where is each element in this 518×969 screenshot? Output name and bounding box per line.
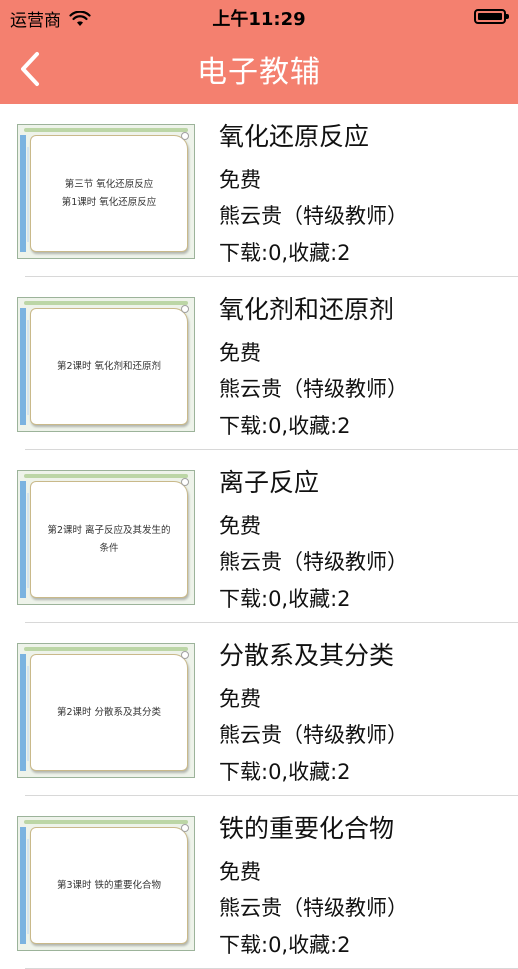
item-price: 免费 <box>219 341 261 365</box>
item-title: 铁的重要化合物 <box>219 814 395 843</box>
item-title: 氧化剂和还原剂 <box>219 295 395 324</box>
status-bar: 运营商 上午11:29 <box>0 0 518 34</box>
item-thumbnail: 第2课时 氧化剂和还原剂 <box>17 297 195 432</box>
item-author: 熊云贵（特级教师） <box>219 377 408 401</box>
thumb-line: 第3课时 铁的重要化合物 <box>56 879 162 891</box>
item-stats: 下载:0,收藏:2 <box>219 933 351 957</box>
item-price: 免费 <box>219 514 261 538</box>
thumb-line: 第1课时 氧化还原反应 <box>61 196 157 208</box>
list-item[interactable]: 第3课时 铁的重要化合物 铁的重要化合物 免费 熊云贵（特级教师） 下载:0,收… <box>0 796 518 969</box>
item-author: 熊云贵（特级教师） <box>219 204 408 228</box>
item-stats: 下载:0,收藏:2 <box>219 587 351 611</box>
battery-icon <box>474 9 509 24</box>
item-thumbnail: 第三节 氧化还原反应 第1课时 氧化还原反应 <box>17 124 195 259</box>
item-title: 分散系及其分类 <box>219 641 395 670</box>
item-thumbnail: 第2课时 分散系及其分类 <box>17 643 195 778</box>
item-price: 免费 <box>219 168 261 192</box>
list-item[interactable]: 第2课时 离子反应及其发生的 条件 离子反应 免费 熊云贵（特级教师） 下载:0… <box>0 450 518 623</box>
item-price: 免费 <box>219 687 261 711</box>
thumb-line: 第2课时 分散系及其分类 <box>56 706 162 718</box>
item-author: 熊云贵（特级教师） <box>219 896 408 920</box>
item-title: 氧化还原反应 <box>219 122 370 151</box>
item-title: 离子反应 <box>219 468 320 497</box>
item-stats: 下载:0,收藏:2 <box>219 760 351 784</box>
item-thumbnail: 第2课时 离子反应及其发生的 条件 <box>17 470 195 605</box>
item-stats: 下载:0,收藏:2 <box>219 414 351 438</box>
resource-list: 第三节 氧化还原反应 第1课时 氧化还原反应 氧化还原反应 免费 熊云贵（特级教… <box>0 104 518 969</box>
nav-bar: 电子教辅 <box>0 34 518 104</box>
thumb-line: 条件 <box>99 542 119 554</box>
list-item[interactable]: 第三节 氧化还原反应 第1课时 氧化还原反应 氧化还原反应 免费 熊云贵（特级教… <box>0 104 518 277</box>
item-price: 免费 <box>219 860 261 884</box>
item-thumbnail: 第3课时 铁的重要化合物 <box>17 816 195 951</box>
list-item[interactable]: 第2课时 氧化剂和还原剂 氧化剂和还原剂 免费 熊云贵（特级教师） 下载:0,收… <box>0 277 518 450</box>
item-stats: 下载:0,收藏:2 <box>219 241 351 265</box>
list-item[interactable]: 第2课时 分散系及其分类 分散系及其分类 免费 熊云贵（特级教师） 下载:0,收… <box>0 623 518 796</box>
item-author: 熊云贵（特级教师） <box>219 723 408 747</box>
item-author: 熊云贵（特级教师） <box>219 550 408 574</box>
status-time: 上午11:29 <box>212 9 306 30</box>
thumb-line: 第2课时 离子反应及其发生的 <box>47 524 171 536</box>
page-title: 电子教辅 <box>197 55 321 90</box>
thumb-line: 第三节 氧化还原反应 <box>64 178 154 190</box>
thumb-line: 第2课时 氧化剂和还原剂 <box>56 360 162 372</box>
